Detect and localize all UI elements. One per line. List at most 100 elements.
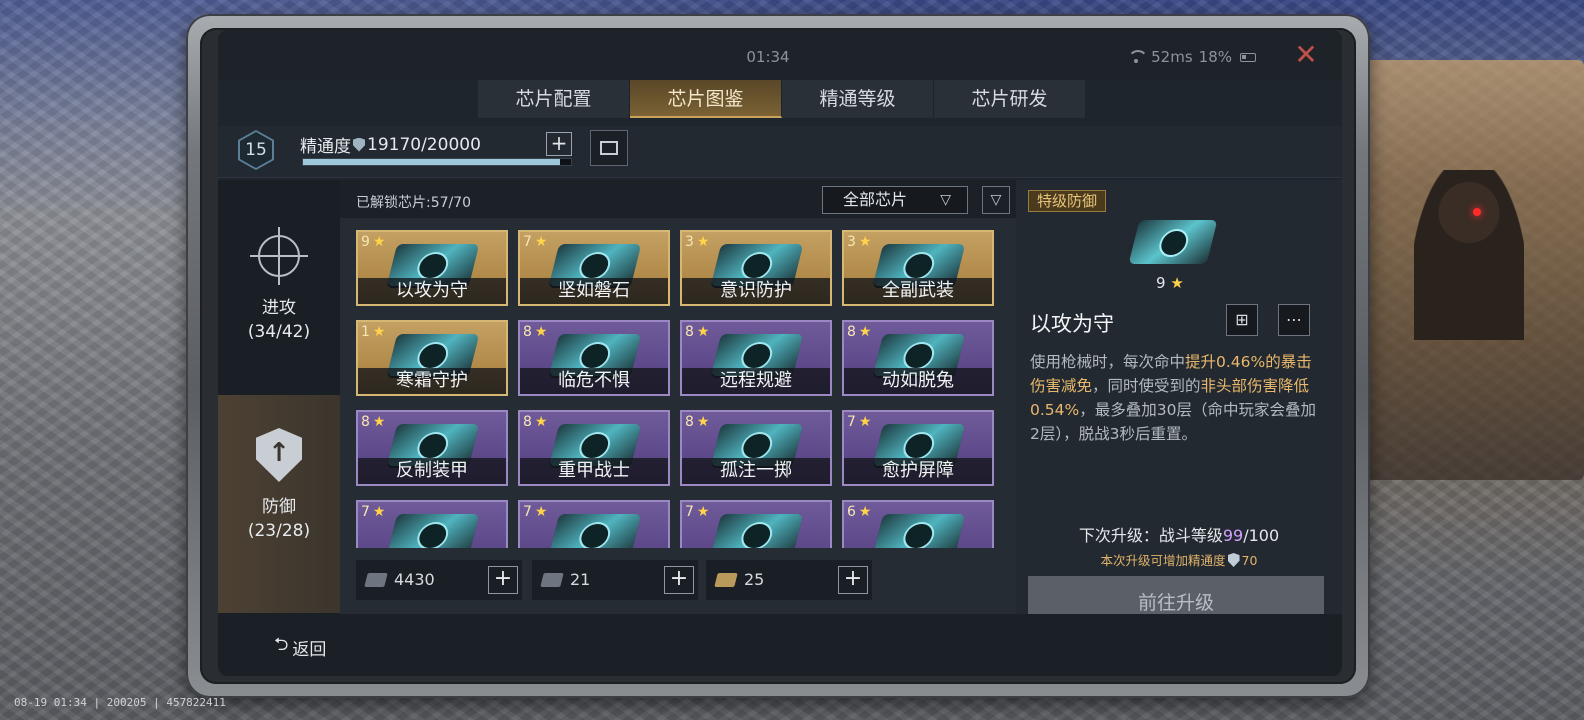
tab-mastery-level[interactable]: 精通等级 [782,80,934,118]
star-icon: ★ [696,234,710,250]
status-indicators: 52ms 18% [1127,48,1256,66]
back-arrow-icon: ⮌ [274,634,289,655]
chip-card-star-count: 1 [361,324,370,340]
chip-card-star-count: 7 [523,234,532,250]
chip-card[interactable]: 7 ★ 愈护屏障 [842,410,994,486]
chip-card-star-count: 3 [685,234,694,250]
close-icon[interactable]: ✕ [1294,41,1318,69]
chip-card[interactable]: 3 ★ 意识防护 [680,230,832,306]
chip-card[interactable]: 9 ★ 以攻为守 [356,230,508,306]
category-defense-count: (23/28) [247,521,311,541]
chip-card-stars: 1 ★ [361,324,385,340]
shield-icon [249,425,309,485]
chip-token-icon [540,573,564,587]
filter-funnel-icon[interactable]: ▽ [982,186,1010,214]
star-icon: ★ [696,324,710,340]
chip-grid-panel: 已解锁芯片:57/70 全部芯片 ▽ ▽ 9 ★ 以攻为守 7 ★ 坚如磐石 3 ★ 意识防护 3… [340,180,1016,614]
chip-card-stars: 8 ★ [685,324,709,340]
mastery-shield-icon [353,137,365,152]
star-icon: ★ [534,414,548,430]
gold-chip-token-icon [714,573,738,587]
chip-card-name: 孤注一掷 [682,458,830,484]
chip-card-stars: 7 ★ [361,504,385,520]
chip-card[interactable]: 8 ★ 动如脱兔 [842,320,994,396]
mastery-value: 19170/20000 [367,134,481,155]
chip-card[interactable]: 3 ★ 全副武装 [842,230,994,306]
star-icon: ★ [372,324,386,340]
tab-chip-codex[interactable]: 芯片图鉴 [630,80,782,118]
chip-detail-panel: 特级防御 9 ★ 以攻为守 ⊞ ⋯ 使用枪械时，每次命中提升0.46%的暴击伤害… [1016,180,1342,630]
back-button[interactable]: ⮌ 返回 [274,632,326,662]
resource-gold-add-button[interactable]: + [838,566,868,594]
background-figure [1414,170,1524,340]
chip-card-name: 意识防护 [682,278,830,304]
chip-filter-select[interactable]: 全部芯片 ▽ [822,186,968,214]
resource-gold-value: 25 [744,570,765,589]
chip-card-name: 重甲战士 [520,458,668,484]
chip-card-star-count: 8 [685,414,694,430]
chip-card[interactable]: 1 ★ 寒霜守护 [356,320,508,396]
chip-card-stars: 8 ★ [523,414,547,430]
category-sidebar: 进攻 (34/42) 防御 (23/28) [218,180,340,614]
chip-card-grid: 9 ★ 以攻为守 7 ★ 坚如磐石 3 ★ 意识防护 3 ★ 全副武装 1 ★ 寒霜守护 8 ★ 临危不惧 8 ★ 远程… [356,230,1002,548]
chip-card-name: 寒霜守护 [358,368,506,394]
grid-header: 已解锁芯片:57/70 全部芯片 ▽ ▽ [340,180,1016,218]
chip-card[interactable]: 6 ★ [842,500,994,548]
chip-card-name: 坚如磐石 [520,278,668,304]
chip-image [1128,220,1218,264]
chip-name: 以攻为守 [1030,312,1114,336]
resource-grey-add-button[interactable]: + [488,566,518,594]
star-icon: ★ [858,414,872,430]
device-overlay-info: 08-19 01:34 | 200205 | 457822411 [14,696,226,709]
mastery-add-button[interactable]: + [546,132,572,156]
status-time: 01:34 [746,48,790,66]
chip-card[interactable]: 8 ★ 临危不惧 [518,320,670,396]
chip-card-name: 临危不惧 [520,368,668,394]
chip-card-star-count: 3 [847,234,856,250]
chip-card-name: 反制装甲 [358,458,506,484]
chevron-down-icon: ▽ [940,192,951,208]
battery-icon [1240,52,1256,62]
mastery-shield-icon [1227,553,1240,567]
chip-card-star-count: 9 [361,234,370,250]
next-upgrade-level: 99 [1222,526,1244,545]
chip-card-stars: 3 ★ [685,234,709,250]
tab-chip-config[interactable]: 芯片配置 [478,80,630,118]
chip-card[interactable]: 8 ★ 重甲战士 [518,410,670,486]
mastery-label-text: 精通度 [300,137,351,157]
unlocked-count: 已解锁芯片:57/70 [356,195,472,211]
mastery-info-button[interactable] [590,130,628,166]
tab-chip-research[interactable]: 芯片研发 [934,80,1086,118]
category-defense[interactable]: 防御 (23/28) [218,395,340,613]
star-icon: ★ [372,504,386,520]
more-icon[interactable]: ⋯ [1278,304,1310,336]
tier-badge: 特级防御 [1028,190,1107,212]
chip-codex-screen: 01:34 52ms 18% ✕ 芯片配置 芯片图鉴 精通等级 芯片研发 15 … [218,30,1342,676]
star-icon: ★ [858,504,872,520]
chip-card[interactable]: 7 ★ 坚如磐石 [518,230,670,306]
chip-filter-value: 全部芯片 [843,190,908,209]
star-icon: ★ [696,414,710,430]
resource-purple-add-button[interactable]: + [664,566,694,594]
chip-card[interactable]: 7 ★ [356,500,508,548]
chip-card-stars: 8 ★ [847,324,871,340]
tree-icon[interactable]: ⊞ [1226,304,1258,336]
chip-card-stars: 8 ★ [361,414,385,430]
detail-stars: 9 ★ [1156,274,1184,292]
back-label: 返回 [292,639,327,660]
chip-card[interactable]: 8 ★ 反制装甲 [356,410,508,486]
star-icon: ★ [858,324,872,340]
ping-text: 52ms [1151,48,1193,66]
star-icon: ★ [858,234,872,250]
chip-card-star-count: 8 [523,414,532,430]
card-icon [600,141,618,155]
chip-card[interactable]: 8 ★ 孤注一掷 [680,410,832,486]
chip-card[interactable]: 7 ★ [518,500,670,548]
chip-card[interactable]: 8 ★ 远程规避 [680,320,832,396]
star-icon: ★ [534,234,548,250]
chip-card[interactable]: 7 ★ [680,500,832,548]
resource-grey-chip: 4430 + [356,560,522,600]
chip-card-name: 远程规避 [682,368,830,394]
category-attack[interactable]: 进攻 (34/42) [218,196,340,386]
chip-card-star-count: 7 [847,414,856,430]
